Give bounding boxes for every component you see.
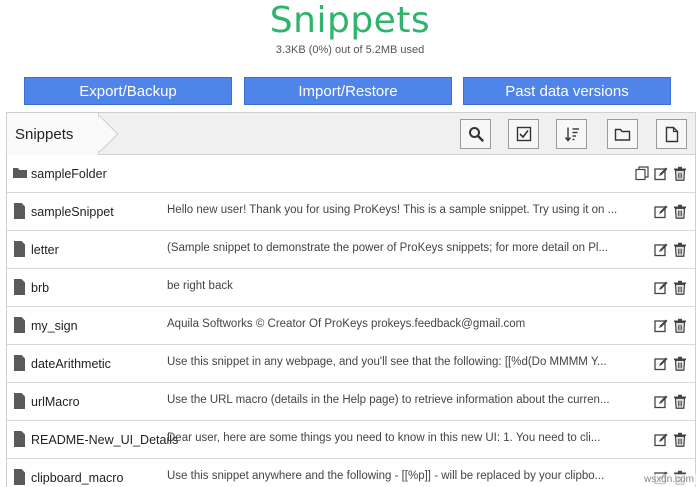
list-item-snippet[interactable]: README-New_UI_Details Dear user, here ar… bbox=[7, 421, 695, 459]
checkbox-icon bbox=[516, 126, 531, 142]
row-actions bbox=[654, 431, 687, 447]
list-item-snippet[interactable]: brb be right back bbox=[7, 269, 695, 307]
breadcrumb-label: Snippets bbox=[15, 126, 74, 143]
snippet-icon bbox=[14, 279, 25, 295]
item-name: clipboard_macro bbox=[31, 471, 124, 485]
list-item-snippet[interactable]: clipboard_macro Use this snippet anywher… bbox=[7, 459, 695, 487]
edit-icon[interactable] bbox=[654, 242, 668, 257]
new-folder-icon bbox=[614, 128, 631, 141]
item-preview: Use this snippet anywhere and the follow… bbox=[167, 470, 605, 482]
breadcrumb-arrow bbox=[81, 115, 119, 153]
delete-icon[interactable] bbox=[673, 242, 687, 257]
delete-icon[interactable] bbox=[673, 166, 687, 181]
import-restore-button[interactable]: Import/Restore bbox=[244, 77, 452, 105]
row-actions bbox=[654, 393, 687, 409]
delete-icon[interactable] bbox=[673, 318, 687, 333]
row-actions bbox=[654, 279, 687, 295]
row-actions bbox=[654, 241, 687, 257]
breadcrumb[interactable]: Snippets bbox=[7, 113, 119, 155]
row-actions bbox=[654, 203, 687, 219]
edit-icon[interactable] bbox=[654, 204, 668, 219]
snippet-icon bbox=[14, 469, 25, 485]
sort-icon bbox=[564, 127, 579, 142]
edit-icon[interactable] bbox=[654, 394, 668, 409]
snippet-icon bbox=[14, 317, 25, 333]
storage-usage: 3.3KB (0%) out of 5.2MB used bbox=[275, 44, 425, 56]
list-item-snippet[interactable]: dateArithmetic Use this snippet in any w… bbox=[7, 345, 695, 383]
snippet-list: sampleFolder sampleSnippet Hello new use… bbox=[7, 155, 695, 487]
delete-icon[interactable] bbox=[673, 280, 687, 295]
snippets-panel: Snippets sampleFolder sampleSnippet Hell… bbox=[6, 112, 696, 487]
edit-icon[interactable] bbox=[654, 166, 668, 181]
item-name: brb bbox=[31, 281, 50, 295]
new-snippet-button[interactable] bbox=[656, 119, 687, 149]
list-item-folder[interactable]: sampleFolder bbox=[7, 155, 695, 193]
snippet-icon bbox=[14, 203, 25, 219]
list-item-snippet[interactable]: urlMacro Use the URL macro (details in t… bbox=[7, 383, 695, 421]
edit-icon[interactable] bbox=[654, 432, 668, 447]
list-item-snippet[interactable]: sampleSnippet Hello new user! Thank you … bbox=[7, 193, 695, 231]
item-name: dateArithmetic bbox=[31, 357, 111, 371]
snippet-icon bbox=[14, 393, 25, 409]
item-preview: Aquila Softworks © Creator Of ProKeys pr… bbox=[167, 318, 526, 330]
item-preview: Use the URL macro (details in the Help p… bbox=[167, 394, 610, 406]
delete-icon[interactable] bbox=[673, 394, 687, 409]
item-name: urlMacro bbox=[31, 395, 80, 409]
item-name: sampleSnippet bbox=[31, 205, 114, 219]
edit-icon[interactable] bbox=[654, 356, 668, 371]
edit-icon[interactable] bbox=[654, 318, 668, 333]
select-button[interactable] bbox=[508, 119, 539, 149]
item-preview: Hello new user! Thank you for using ProK… bbox=[167, 204, 618, 216]
snippets-toolbar: Snippets bbox=[7, 113, 695, 155]
folder-icon bbox=[13, 168, 27, 178]
row-actions bbox=[654, 355, 687, 371]
delete-icon[interactable] bbox=[673, 432, 687, 447]
watermark: wsxdn.com bbox=[641, 474, 696, 485]
new-folder-button[interactable] bbox=[607, 119, 638, 149]
snippet-icon bbox=[14, 241, 25, 257]
item-preview: Dear user, here are some things you need… bbox=[167, 432, 601, 444]
item-preview: be right back bbox=[167, 280, 233, 292]
sort-button[interactable] bbox=[556, 119, 587, 149]
delete-icon[interactable] bbox=[673, 356, 687, 371]
edit-icon[interactable] bbox=[654, 280, 668, 295]
search-button[interactable] bbox=[460, 119, 491, 149]
export-backup-button[interactable]: Export/Backup bbox=[24, 77, 232, 105]
item-preview: Use this snippet in any webpage, and you… bbox=[167, 356, 607, 368]
past-data-versions-button[interactable]: Past data versions bbox=[463, 77, 671, 105]
row-actions bbox=[635, 165, 687, 181]
item-name: README-New_UI_Details bbox=[31, 433, 179, 447]
list-item-snippet[interactable]: letter (Sample snippet to demonstrate th… bbox=[7, 231, 695, 269]
page-title: Snippets bbox=[269, 0, 431, 41]
item-name: letter bbox=[31, 243, 59, 257]
delete-icon[interactable] bbox=[673, 204, 687, 219]
row-actions bbox=[654, 317, 687, 333]
new-snippet-icon bbox=[665, 126, 678, 142]
search-icon bbox=[468, 127, 484, 142]
snippet-icon bbox=[14, 355, 25, 371]
snippet-icon bbox=[14, 431, 25, 447]
list-item-snippet[interactable]: my_sign Aquila Softworks © Creator Of Pr… bbox=[7, 307, 695, 345]
duplicate-icon[interactable] bbox=[635, 165, 649, 181]
item-name: my_sign bbox=[31, 319, 78, 333]
item-preview: (Sample snippet to demonstrate the power… bbox=[167, 242, 609, 254]
item-name: sampleFolder bbox=[31, 167, 107, 181]
